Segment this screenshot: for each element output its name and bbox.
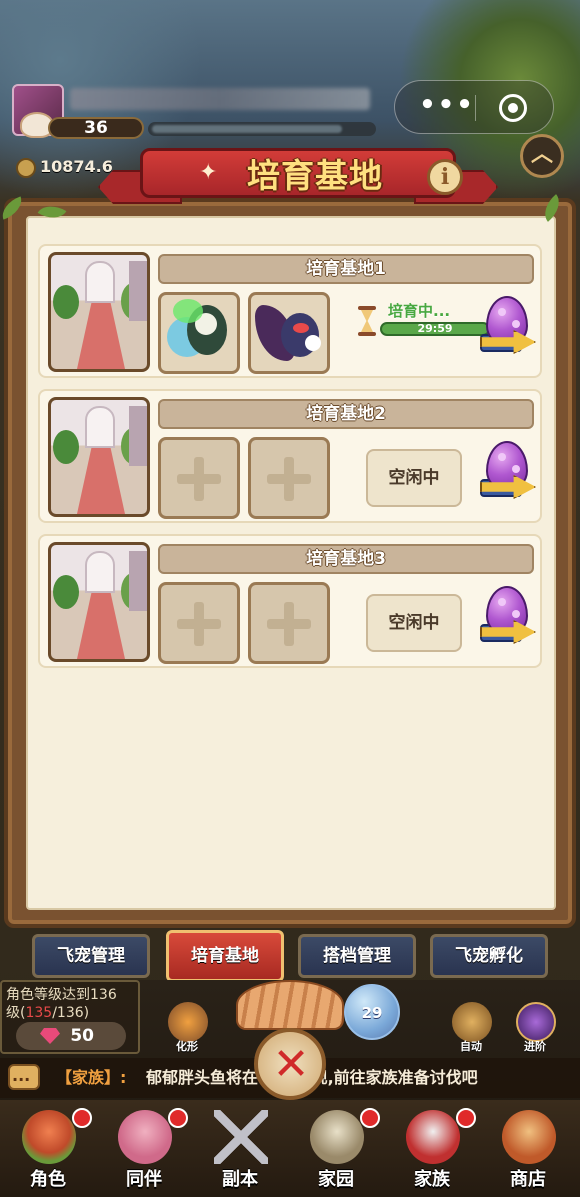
more-menu-button[interactable]: ••• [417,91,477,123]
collapse-chevron-up-icon[interactable]: ︿ [520,134,564,178]
pet-eye-art [293,323,309,333]
hourglass-icon [358,306,376,336]
advance-label: 进阶 [524,1040,546,1053]
tab-breeding-base[interactable]: 培育基地 [166,930,284,982]
breeding-timer-bar: 29:59 [380,322,490,336]
breeding-base-card: 培育基地1 培育中... 29:59 [38,244,542,378]
base-name: 培育基地1 [158,254,534,284]
gear-icon[interactable] [452,1002,492,1042]
experience-bar [148,122,376,136]
player-name-blurred [70,88,370,110]
base-name: 培育基地2 [158,399,534,429]
egg-collect-button[interactable] [480,441,536,503]
breeding-base-card: 培育基地3 空闲中 [38,534,542,668]
nav-label: 角色 [30,1169,66,1190]
idle-status: 空闲中 [366,594,462,652]
pet-chest-art [305,335,321,351]
door-art [85,261,115,303]
shell-decoration [236,980,344,1030]
companion-icon [118,1110,172,1164]
tab-pet-hatching[interactable]: 飞宠孵化 [430,934,548,978]
pet-slot-2[interactable] [248,292,330,374]
close-icon: ✕ [272,1039,310,1090]
home-icon [310,1110,364,1164]
carpet-art [77,448,125,514]
egg-collect-button[interactable] [480,296,536,358]
title-ribbon: ✦ 培育基地 i [98,148,498,206]
empty-pet-slot-2[interactable] [248,437,330,519]
transform-label: 化形 [176,1040,198,1053]
nav-label: 家园 [318,1169,354,1190]
advance-icon[interactable] [516,1002,556,1042]
shelf-art [129,261,147,321]
shelf-art [129,406,147,466]
bottom-nav: 角色 同伴 副本 家园 家族 商店 [0,1100,580,1197]
quest-progress: 级(135/136) [6,1005,90,1021]
quest-text: 角色等级达到136 [6,987,117,1003]
guild-skull-icon [406,1110,460,1164]
nav-label: 商店 [510,1169,546,1190]
nav-item-dungeon[interactable]: 副本 [192,1100,288,1197]
pet-flame-art [173,299,203,323]
crossed-swords-icon [214,1110,268,1164]
capsule-divider [475,95,476,121]
empty-pet-slot-1[interactable] [158,437,240,519]
nav-item-character[interactable]: 角色 [0,1100,96,1197]
nav-label: 同伴 [126,1169,162,1190]
tab-partner-management[interactable]: 搭档管理 [298,934,416,978]
shop-icon [502,1110,556,1164]
empty-pet-slot-2[interactable] [248,582,330,664]
nav-item-companion[interactable]: 同伴 [96,1100,192,1197]
plant-art [53,575,79,609]
base-name: 培育基地3 [158,544,534,574]
notification-dot [72,1108,92,1128]
breeding-base-card: 培育基地2 空闲中 [38,389,542,523]
pet-slot-1[interactable] [158,292,240,374]
notification-dot [360,1108,380,1128]
nav-label: 家族 [414,1169,450,1190]
shelf-art [129,551,147,611]
nav-item-guild[interactable]: 家族 [384,1100,480,1197]
carpet-art [77,303,125,369]
miniprogram-capsule: ••• [394,80,554,134]
ribbon-banner: ✦ 培育基地 i [140,148,463,198]
nav-item-shop[interactable]: 商店 [480,1100,576,1197]
chat-bubble-icon[interactable] [8,1060,40,1098]
base-thumbnail[interactable] [48,397,150,517]
close-miniprogram-icon[interactable] [499,94,527,122]
plant-art [53,430,79,464]
idle-status: 空闲中 [366,449,462,507]
info-icon[interactable]: i [427,159,463,195]
egg-collect-button[interactable] [480,586,536,648]
bottom-hud: 角色等级达到136 级(135/136) 50 化形 29 自动 进阶 【家族】… [0,980,580,1197]
close-button[interactable]: ✕ [254,1028,326,1100]
nav-item-home[interactable]: 家园 [288,1100,384,1197]
breeding-status: 培育中... 29:59 [356,298,490,342]
page-title: 培育基地 [247,156,383,195]
bubble-counter[interactable]: 29 [344,984,400,1040]
player-hud: 36 [10,84,376,142]
base-thumbnail[interactable] [48,252,150,372]
player-level: 36 [48,117,144,139]
door-art [85,551,115,593]
plant-art [53,285,79,319]
gem-counter: 50 [16,1022,126,1050]
door-art [85,406,115,448]
mushroom-icon [22,1110,76,1164]
auto-label: 自动 [460,1040,482,1053]
notification-dot [168,1108,188,1128]
base-thumbnail[interactable] [48,542,150,662]
breeding-label: 培育中... [388,302,451,320]
coin-icon [16,158,36,178]
empty-pet-slot-1[interactable] [158,582,240,664]
sparkle-icon: ✦ [199,160,218,185]
carpet-art [77,593,125,659]
notification-dot [456,1108,476,1128]
ticker-channel: 【家族】: [56,1068,127,1087]
tab-bar: 飞宠管理 培育基地 搭档管理 飞宠孵化 [0,930,580,982]
nav-label: 副本 [222,1169,258,1190]
transform-icon[interactable] [168,1002,208,1042]
tab-pet-management[interactable]: 飞宠管理 [32,934,150,978]
